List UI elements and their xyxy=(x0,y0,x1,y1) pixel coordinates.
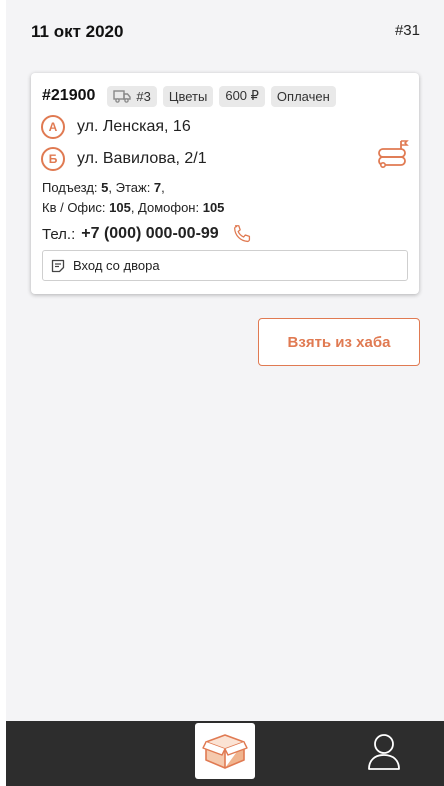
header: 11 окт 2020 #31 xyxy=(6,0,444,62)
price-chip: 600 ₽ xyxy=(219,85,265,107)
pickup-address: ул. Ленская, 16 xyxy=(77,118,191,135)
delivery-address: ул. Вавилова, 2/1 xyxy=(77,150,207,167)
order-meta-row: #21900 #3 Цветы 600 ₽ Оплачен xyxy=(42,85,336,107)
bottom-navigation xyxy=(6,721,444,786)
office-value: 105 xyxy=(109,200,131,215)
user-icon xyxy=(368,734,400,770)
phone-number[interactable]: +7 (000) 000-00-99 xyxy=(81,225,218,243)
order-card[interactable]: #21900 #3 Цветы 600 ₽ Оплачен А ул. Ленс… xyxy=(31,73,419,294)
point-a-marker: А xyxy=(41,115,65,139)
intercom-value: 105 xyxy=(202,200,225,215)
tab-profile[interactable] xyxy=(364,729,404,773)
phone-row: Тел.: +7 (000) 000-00-99 xyxy=(42,222,253,246)
take-from-hub-button[interactable]: Взять из хаба xyxy=(258,318,420,366)
pickup-address-row: А ул. Ленская, 16 xyxy=(41,115,191,139)
floor-suffix: , xyxy=(161,180,165,195)
page-title-date: 11 окт 2020 xyxy=(31,22,124,41)
vehicle-chip: #3 xyxy=(107,85,157,107)
office-intercom-line: Кв / Офис: 105, Домофон: 105 xyxy=(42,198,224,218)
address-details: Подъезд: 5, Этаж: 7, Кв / Офис: 105, Дом… xyxy=(42,178,224,218)
vehicle-number: #3 xyxy=(136,88,151,104)
office-label: Кв / Офис: xyxy=(42,200,110,215)
entrance-label: Подъезд: xyxy=(42,180,102,195)
screen: 11 окт 2020 #31 #21900 #3 Цветы 600 ₽ Оп… xyxy=(6,0,444,786)
truck-icon xyxy=(113,90,132,103)
phone-label: Тел.: xyxy=(42,225,76,243)
route-number: #31 xyxy=(394,22,420,39)
tab-orders[interactable] xyxy=(195,723,255,779)
point-b-marker: Б xyxy=(41,147,65,171)
entrance-floor-line: Подъезд: 5, Этаж: 7, xyxy=(42,178,224,198)
delivery-address-row: Б ул. Вавилова, 2/1 xyxy=(41,147,207,171)
order-number: #21900 xyxy=(42,87,96,104)
status-badge: Оплачен xyxy=(270,85,336,107)
note-icon xyxy=(51,259,65,272)
intercom-label: , Домофон: xyxy=(130,200,203,215)
floor-label: , Этаж: xyxy=(108,180,154,195)
phone-icon[interactable] xyxy=(231,223,253,245)
category-chip: Цветы xyxy=(162,85,214,107)
delivery-note: Вход со двора xyxy=(42,250,408,281)
box-icon xyxy=(202,734,248,769)
route-icon[interactable] xyxy=(377,139,409,171)
note-text: Вход со двора xyxy=(73,258,160,273)
